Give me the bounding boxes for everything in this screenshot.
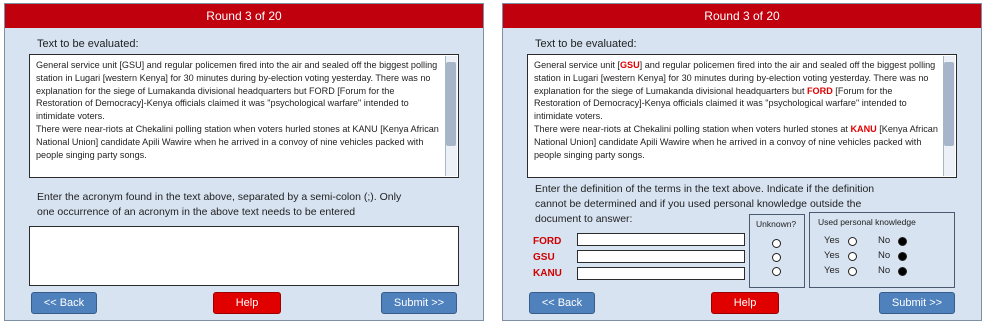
submit-button[interactable]: Submit >> [381,292,457,314]
no-label: No [878,265,891,276]
back-button[interactable]: << Back [529,292,595,314]
unknown-title: Unknown? [756,219,797,229]
knowledge-no-radio-gsu[interactable] [898,252,907,261]
evaluated-text-box[interactable]: General service unit [GSU] and regular p… [527,54,957,178]
scroll-thumb[interactable] [944,62,954,146]
text-scrollbar[interactable] [943,56,955,176]
highlight-ford: FORD [807,85,833,96]
text-paragraph-2: There were near-riots at Chekalini polli… [534,123,938,160]
knowledge-no-radio-ford[interactable] [898,237,907,246]
round-header: Round 3 of 20 [503,4,981,28]
term-label-kanu: KANU [533,268,562,279]
definition-input-ford[interactable] [577,233,745,246]
highlight-gsu: GSU [619,60,640,70]
instruction-line-3: document to answer: [535,213,633,225]
instruction-line-1: Enter the definition of the terms in the… [535,183,875,195]
scroll-thumb[interactable] [446,62,456,146]
text-scrollbar[interactable] [445,56,457,176]
knowledge-yes-radio-kanu[interactable] [848,267,857,276]
yes-label: Yes [824,265,840,276]
knowledge-yes-radio-ford[interactable] [848,237,857,246]
definition-entry-panel: Round 3 of 20 Text to be evaluated: Gene… [502,3,982,321]
submit-button[interactable]: Submit >> [879,292,955,314]
evaluated-text-box[interactable]: General service unit [GSU] and regular p… [29,54,459,178]
knowledge-yes-radio-gsu[interactable] [848,252,857,261]
definition-input-gsu[interactable] [577,250,745,263]
back-button[interactable]: << Back [31,292,97,314]
help-button[interactable]: Help [213,292,281,314]
yes-label: Yes [824,235,840,246]
unknown-radio-ford[interactable] [772,239,781,248]
no-label: No [878,235,891,246]
instruction-line-2: cannot be determined and if you used per… [535,198,862,210]
unknown-radio-gsu[interactable] [772,253,781,262]
text-paragraph-1: General service unit [GSU] and regular p… [534,60,936,122]
personal-knowledge-group: Used personal knowledge Yes No Yes No Ye… [809,212,955,288]
text-paragraph-2: There were near-riots at Chekalini polli… [36,123,439,160]
term-label-ford: FORD [533,236,562,247]
help-button[interactable]: Help [711,292,779,314]
unknown-radio-kanu[interactable] [772,267,781,276]
instruction-line-1: Enter the acronym found in the text abov… [37,191,402,203]
no-label: No [878,250,891,261]
definition-input-kanu[interactable] [577,267,745,280]
round-header: Round 3 of 20 [5,4,483,28]
text-label: Text to be evaluated: [535,38,637,50]
highlight-kanu: KANU [850,123,877,134]
unknown-group: Unknown? [749,214,805,288]
term-label-gsu: GSU [533,252,555,263]
text-label: Text to be evaluated: [37,38,139,50]
knowledge-no-radio-kanu[interactable] [898,267,907,276]
acronym-answer-input[interactable] [29,226,459,286]
knowledge-title: Used personal knowledge [818,217,916,227]
yes-label: Yes [824,250,840,261]
text-paragraph-1: General service unit [GSU] and regular p… [36,60,438,122]
instruction-line-2: one occurrence of an acronym in the abov… [37,206,356,218]
acronym-entry-panel: Round 3 of 20 Text to be evaluated: Gene… [4,3,484,321]
